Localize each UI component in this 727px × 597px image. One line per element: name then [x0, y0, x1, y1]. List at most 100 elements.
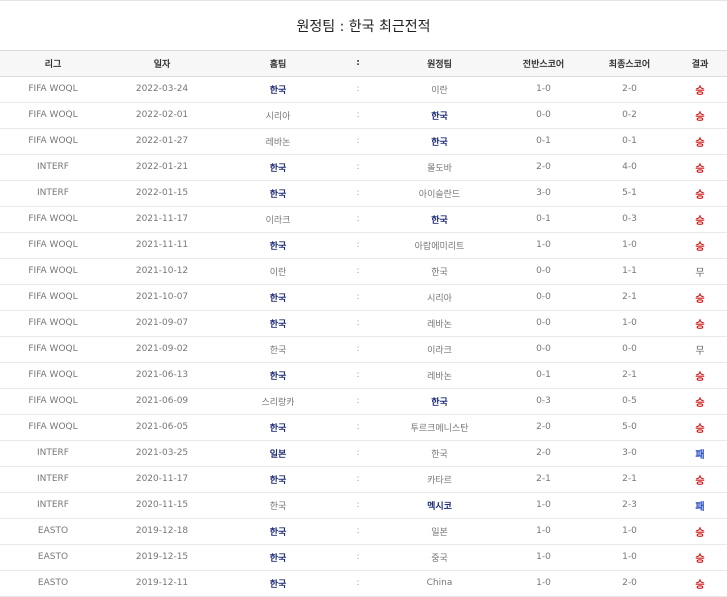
cell-home-team: 한국 [218, 466, 338, 493]
cell-result: 승 [673, 284, 727, 311]
cell-league: FIFA WOQL [0, 128, 106, 155]
cell-result: 무 [673, 258, 727, 285]
cell-result: 승 [673, 414, 727, 441]
cell-final-score: 2-3 [586, 492, 673, 519]
cell-away-team: 한국 [378, 206, 501, 233]
cell-league: FIFA WOQL [0, 102, 106, 129]
header-colon: : [338, 51, 378, 77]
cell-date: 2019-12-18 [106, 518, 218, 545]
cell-date: 2021-10-07 [106, 284, 218, 311]
cell-home-team: 한국 [218, 232, 338, 259]
table-header-row: 리그 일자 홈팀 : 원정팀 전반스코어 최종스코어 결과 [0, 51, 727, 77]
recent-results-panel: 원정팀 : 한국 최근전적 리그 일자 홈팀 : 원정팀 전반스코어 최종스코어… [0, 0, 727, 597]
cell-league: FIFA WOQL [0, 232, 106, 259]
cell-colon: : [338, 128, 378, 155]
header-result: 결과 [673, 51, 727, 77]
cell-date: 2021-09-07 [106, 310, 218, 337]
cell-date: 2022-03-24 [106, 76, 218, 103]
table-row: FIFA WOQL 2022-01-27 레바논: 한국 0-1 0-1 승 [0, 128, 727, 155]
cell-date: 2021-11-11 [106, 232, 218, 259]
cell-result: 승 [673, 544, 727, 571]
cell-date: 2020-11-17 [106, 466, 218, 493]
cell-final-score: 0-5 [586, 388, 673, 415]
cell-home-team: 한국 [218, 154, 338, 181]
cell-half-score: 0-1 [501, 362, 586, 389]
cell-league: FIFA WOQL [0, 388, 106, 415]
table-row: FIFA WOQL 2022-02-01 시리아: 한국 0-0 0-2 승 [0, 102, 727, 129]
table-row: INTERF 2020-11-17 한국: 카타르 2-1 2-1 승 [0, 466, 727, 493]
cell-colon: : [338, 440, 378, 467]
cell-result: 승 [673, 180, 727, 207]
cell-colon: : [338, 518, 378, 545]
cell-colon: : [338, 284, 378, 311]
cell-final-score: 2-1 [586, 284, 673, 311]
cell-result: 승 [673, 128, 727, 155]
cell-league: INTERF [0, 466, 106, 493]
header-final-score: 최종스코어 [586, 51, 673, 77]
cell-home-team: 한국 [218, 362, 338, 389]
cell-home-team: 한국 [218, 414, 338, 441]
cell-league: FIFA WOQL [0, 206, 106, 233]
cell-half-score: 0-0 [501, 102, 586, 129]
cell-home-team: 한국 [218, 492, 338, 519]
cell-result: 승 [673, 388, 727, 415]
cell-league: INTERF [0, 492, 106, 519]
table-row: INTERF 2022-01-21 한국: 몰도바 2-0 4-0 승 [0, 154, 727, 181]
cell-away-team: 이란 [378, 76, 501, 103]
table-row: FIFA WOQL 2021-09-07 한국: 레바논 0-0 1-0 승 [0, 310, 727, 337]
cell-result: 승 [673, 232, 727, 259]
cell-home-team: 레바논 [218, 128, 338, 155]
cell-half-score: 0-1 [501, 128, 586, 155]
cell-date: 2021-09-02 [106, 336, 218, 363]
cell-half-score: 0-0 [501, 284, 586, 311]
cell-half-score: 2-1 [501, 466, 586, 493]
cell-away-team: 한국 [378, 258, 501, 285]
cell-league: FIFA WOQL [0, 310, 106, 337]
cell-home-team: 한국 [218, 180, 338, 207]
cell-date: 2021-06-05 [106, 414, 218, 441]
cell-date: 2022-01-27 [106, 128, 218, 155]
cell-final-score: 1-1 [586, 258, 673, 285]
cell-final-score: 0-2 [586, 102, 673, 129]
cell-half-score: 1-0 [501, 544, 586, 571]
table-row: EASTO 2019-12-11 한국: China 1-0 2-0 승 [0, 570, 727, 597]
cell-home-team: 한국 [218, 544, 338, 571]
cell-half-score: 2-0 [501, 440, 586, 467]
header-league: 리그 [0, 51, 106, 77]
cell-final-score: 1-0 [586, 518, 673, 545]
cell-result: 승 [673, 310, 727, 337]
cell-result: 승 [673, 102, 727, 129]
cell-league: INTERF [0, 154, 106, 181]
cell-away-team: 한국 [378, 440, 501, 467]
table-row: FIFA WOQL 2021-11-17 이라크: 한국 0-1 0-3 승 [0, 206, 727, 233]
header-half-score: 전반스코어 [501, 51, 586, 77]
table-row: FIFA WOQL 2021-11-11 한국: 아랍에미리트 1-0 1-0 승 [0, 232, 727, 259]
cell-colon: : [338, 310, 378, 337]
cell-date: 2021-03-25 [106, 440, 218, 467]
cell-half-score: 1-0 [501, 518, 586, 545]
cell-home-team: 한국 [218, 284, 338, 311]
cell-away-team: 아랍에미리트 [378, 232, 501, 259]
cell-home-team: 한국 [218, 76, 338, 103]
cell-date: 2021-10-12 [106, 258, 218, 285]
cell-away-team: 레바논 [378, 362, 501, 389]
cell-final-score: 0-0 [586, 336, 673, 363]
cell-final-score: 1-0 [586, 310, 673, 337]
cell-final-score: 3-0 [586, 440, 673, 467]
cell-date: 2022-01-21 [106, 154, 218, 181]
cell-home-team: 일본 [218, 440, 338, 467]
cell-league: INTERF [0, 440, 106, 467]
cell-final-score: 5-1 [586, 180, 673, 207]
cell-half-score: 1-0 [501, 492, 586, 519]
table-row: FIFA WOQL 2021-10-12 이란: 한국 0-0 1-1 무 [0, 258, 727, 285]
cell-final-score: 2-0 [586, 76, 673, 103]
cell-result: 승 [673, 154, 727, 181]
cell-league: FIFA WOQL [0, 362, 106, 389]
cell-home-team: 한국 [218, 518, 338, 545]
table-row: EASTO 2019-12-18 한국: 일본 1-0 1-0 승 [0, 518, 727, 545]
cell-colon: : [338, 336, 378, 363]
cell-home-team: 한국 [218, 570, 338, 597]
cell-away-team: 카타르 [378, 466, 501, 493]
cell-final-score: 2-1 [586, 362, 673, 389]
cell-colon: : [338, 206, 378, 233]
